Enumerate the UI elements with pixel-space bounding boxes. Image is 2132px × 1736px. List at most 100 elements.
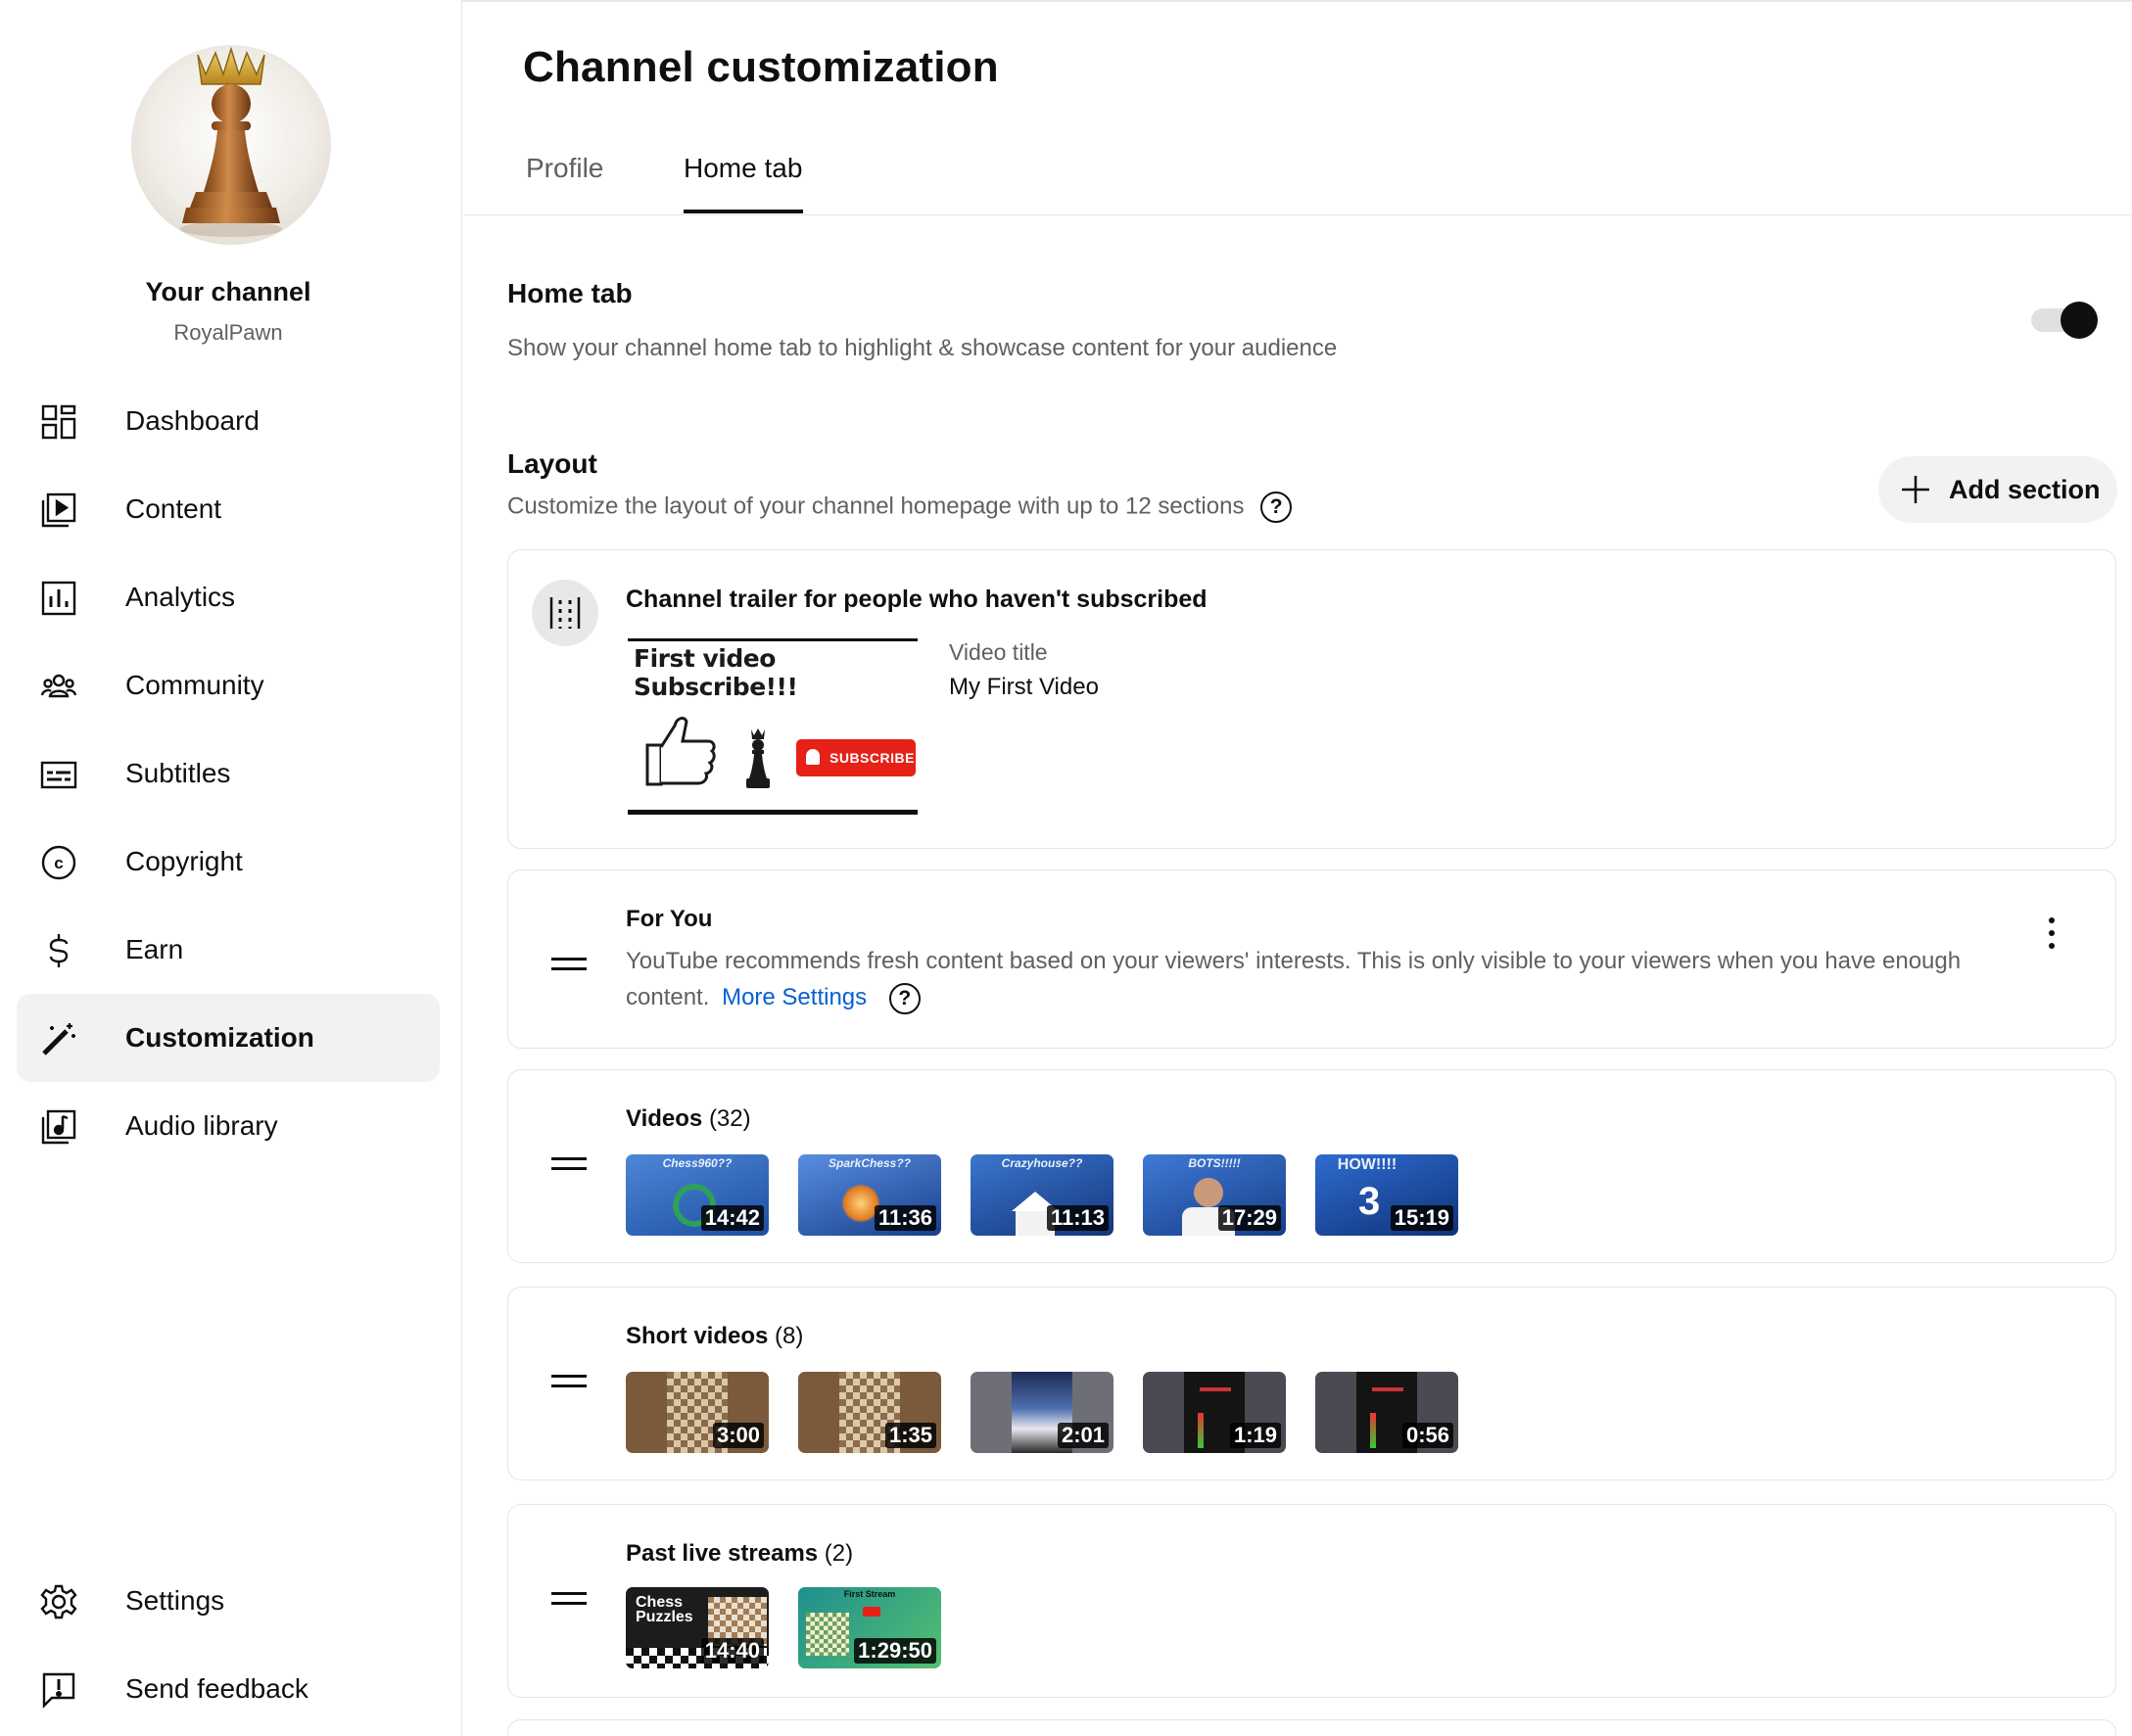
sidebar-item-community[interactable]: Community xyxy=(17,641,440,729)
sidebar-item-settings[interactable]: Settings xyxy=(17,1557,440,1645)
drag-handle-icon[interactable] xyxy=(551,1375,587,1388)
sidebar-item-dashboard[interactable]: Dashboard xyxy=(17,377,440,465)
sidebar-item-content[interactable]: Content xyxy=(17,465,440,553)
thumbnail-caption: HOW!!!! xyxy=(1337,1156,1398,1173)
short-thumbnail[interactable]: 0:56 xyxy=(1315,1372,1458,1453)
drag-handle-icon[interactable] xyxy=(532,580,598,646)
short-thumbnail[interactable]: 3:00 xyxy=(626,1372,769,1453)
live-thumbnail[interactable]: First Stream 1:29:50 xyxy=(798,1587,941,1668)
sidebar-item-audio-library[interactable]: Audio library xyxy=(17,1082,440,1170)
gear-icon xyxy=(40,1584,77,1619)
section-title-row: Past live streams (2) xyxy=(626,1540,853,1568)
sidebar-item-label: Copyright xyxy=(125,846,243,876)
short-thumbnail[interactable]: 1:35 xyxy=(798,1372,941,1453)
thumbnail-caption: Chess Puzzles xyxy=(636,1594,693,1625)
page-title: Channel customization xyxy=(523,43,999,91)
video-title-label: Video title xyxy=(949,639,1048,665)
sidebar-item-label: Dashboard xyxy=(125,405,260,436)
section-count: (2) xyxy=(824,1540,854,1567)
section-title-row: Short videos (8) xyxy=(626,1323,803,1350)
sidebar-item-label: Analytics xyxy=(125,582,236,612)
sidebar-item-label: Customization xyxy=(125,1022,314,1053)
tab-home[interactable]: Home tab xyxy=(684,153,802,184)
section-title-row: Videos (32) xyxy=(626,1105,751,1133)
short-thumbnails: 3:00 1:35 2:01 1:19 0:56 xyxy=(626,1372,1458,1453)
thumbnail-caption: SparkChess?? xyxy=(828,1156,912,1170)
section-title: For You xyxy=(626,906,713,932)
video-duration: 0:56 xyxy=(1401,1423,1453,1448)
sidebar-item-label: Settings xyxy=(125,1585,225,1616)
video-thumbnail[interactable]: Crazyhouse?? 11:13 xyxy=(971,1154,1113,1236)
sidebar-item-analytics[interactable]: Analytics xyxy=(17,553,440,641)
section-count: (8) xyxy=(775,1323,804,1349)
layout-heading: Layout xyxy=(507,448,597,479)
more-options-icon[interactable] xyxy=(2048,917,2056,949)
tabs-divider xyxy=(463,214,2132,215)
video-duration: 1:19 xyxy=(1229,1423,1281,1448)
drag-handle-icon[interactable] xyxy=(551,1592,587,1606)
community-icon xyxy=(40,674,77,698)
video-duration: 3:00 xyxy=(712,1423,764,1448)
video-duration: 14:42 xyxy=(700,1205,764,1231)
dollar-icon xyxy=(49,934,69,967)
tab-profile[interactable]: Profile xyxy=(526,153,603,184)
video-duration: 11:36 xyxy=(874,1205,936,1231)
drag-handle-icon[interactable] xyxy=(551,1157,587,1171)
trailer-thumbnail[interactable]: First video Subscribe!!! SUBSCRIBE xyxy=(628,638,918,815)
analytics-icon xyxy=(41,581,76,616)
section-card-live-streams: Past live streams (2) Chess Puzzles 14:4… xyxy=(507,1504,2116,1698)
section-title: Short videos xyxy=(626,1323,769,1349)
active-tab-indicator xyxy=(684,210,803,213)
content-icon xyxy=(41,493,76,528)
video-duration: 11:13 xyxy=(1046,1205,1109,1231)
video-duration: 1:35 xyxy=(884,1423,936,1448)
chess-king-icon xyxy=(746,728,770,788)
svg-text:c: c xyxy=(54,854,63,872)
sidebar-item-earn[interactable]: Earn xyxy=(17,906,440,994)
video-title-value: My First Video xyxy=(949,674,1099,700)
sidebar-item-customization[interactable]: Customization xyxy=(17,994,440,1082)
help-icon[interactable]: ? xyxy=(1260,492,1293,523)
sidebar-item-label: Send feedback xyxy=(125,1673,308,1704)
sidebar-item-send-feedback[interactable]: Send feedback xyxy=(17,1645,440,1733)
thumbs-up-icon xyxy=(645,717,716,786)
add-section-label: Add section xyxy=(1949,474,2101,504)
section-card-trailer: Channel trailer for people who haven't s… xyxy=(507,549,2116,849)
section-card-next xyxy=(507,1719,2116,1736)
add-section-button[interactable]: Add section xyxy=(1878,456,2117,523)
channel-avatar[interactable] xyxy=(131,45,331,245)
video-thumbnail[interactable]: BOTS!!!!! 17:29 xyxy=(1143,1154,1286,1236)
channel-title: Your channel xyxy=(145,277,311,306)
section-title: Past live streams xyxy=(626,1540,819,1567)
more-settings-link[interactable]: More Settings xyxy=(722,984,867,1010)
short-thumbnail[interactable]: 2:01 xyxy=(971,1372,1113,1453)
help-icon[interactable]: ? xyxy=(888,982,921,1014)
sidebar-item-copyright[interactable]: c Copyright xyxy=(17,818,440,906)
live-thumbnails: Chess Puzzles 14:40 First Stream 1:29:50 xyxy=(626,1587,941,1668)
sidebar-item-subtitles[interactable]: Subtitles xyxy=(17,729,440,818)
drag-handle-icon[interactable] xyxy=(551,958,587,971)
layout-description-row: Customize the layout of your channel hom… xyxy=(507,492,1293,523)
video-duration: 17:29 xyxy=(1217,1205,1281,1231)
video-thumbnail[interactable]: HOW!!!! 3 15:19 xyxy=(1315,1154,1458,1236)
video-duration: 14:40 xyxy=(700,1638,764,1664)
magic-wand-icon xyxy=(42,1023,75,1056)
feedback-icon xyxy=(42,1672,75,1709)
video-duration: 15:19 xyxy=(1390,1205,1453,1231)
live-thumbnail[interactable]: Chess Puzzles 14:40 xyxy=(626,1587,769,1668)
sidebar: Your channel RoyalPawn Dashboard Content… xyxy=(0,0,462,1736)
short-thumbnail[interactable]: 1:19 xyxy=(1143,1372,1286,1453)
subscribe-badge-text: SUBSCRIBE xyxy=(829,750,915,766)
thumbnail-caption: BOTS!!!!! xyxy=(1188,1156,1241,1170)
dashboard-icon xyxy=(41,404,76,440)
copyright-icon: c xyxy=(41,845,76,880)
plus-icon xyxy=(1902,476,1929,503)
video-thumbnails: Chess960?? 14:42 SparkChess?? 11:36 Craz… xyxy=(626,1154,1458,1236)
video-thumbnail[interactable]: SparkChess?? 11:36 xyxy=(798,1154,941,1236)
video-duration: 2:01 xyxy=(1057,1423,1109,1448)
home-tab-toggle[interactable] xyxy=(2031,302,2100,339)
sidebar-item-label: Community xyxy=(125,670,264,700)
video-thumbnail[interactable]: Chess960?? 14:42 xyxy=(626,1154,769,1236)
channel-handle: RoyalPawn xyxy=(173,320,283,345)
sidebar-item-label: Earn xyxy=(125,934,184,964)
